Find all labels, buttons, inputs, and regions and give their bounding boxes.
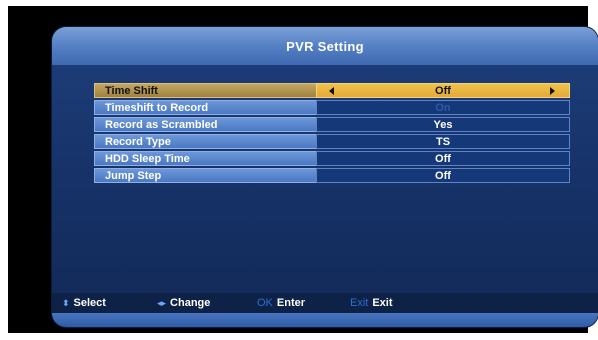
ok-key-icon: OK	[257, 297, 273, 309]
help-bar: ⬍ Select ◂▸ Change OK Enter Exit Exit	[52, 293, 598, 313]
exit-key-icon: Exit	[350, 297, 369, 309]
title-bar: PVR Setting	[52, 27, 598, 65]
help-change: ◂▸ Change	[157, 297, 210, 309]
settings-list: Time Shift Off Timeshift to Record On Re…	[94, 83, 570, 185]
setting-label: Jump Step	[94, 168, 316, 183]
setting-label: Time Shift	[94, 83, 316, 98]
setting-row-time-shift[interactable]: Time Shift Off	[94, 83, 570, 98]
setting-row-record-type[interactable]: Record Type TS	[94, 134, 570, 149]
help-exit-label: Exit	[372, 297, 393, 309]
setting-value: TS	[316, 134, 570, 149]
setting-row-timeshift-to-record[interactable]: Timeshift to Record On	[94, 100, 570, 115]
help-enter: OK Enter	[257, 297, 305, 309]
help-exit: Exit Exit	[350, 297, 393, 309]
setting-value: Off	[435, 85, 451, 97]
help-select: ⬍ Select	[62, 297, 106, 309]
setting-label: HDD Sleep Time	[94, 151, 316, 166]
arrow-left-icon[interactable]	[329, 87, 334, 95]
up-down-icon: ⬍	[62, 297, 70, 308]
setting-label: Record Type	[94, 134, 316, 149]
help-change-label: Change	[170, 297, 211, 309]
setting-value-selector[interactable]: Off	[316, 83, 570, 98]
setting-value: On	[316, 100, 570, 115]
setting-value: Off	[316, 151, 570, 166]
left-right-icon: ◂▸	[157, 297, 167, 308]
setting-row-hdd-sleep-time[interactable]: HDD Sleep Time Off	[94, 151, 570, 166]
help-enter-label: Enter	[276, 297, 306, 309]
setting-label: Timeshift to Record	[94, 100, 316, 115]
bottom-band	[52, 313, 598, 327]
page-title: PVR Setting	[286, 38, 364, 54]
arrow-right-icon[interactable]	[550, 87, 555, 95]
setting-row-record-as-scrambled[interactable]: Record as Scrambled Yes	[94, 117, 570, 132]
pvr-setting-window: PVR Setting Time Shift Off Timeshift to …	[52, 27, 598, 327]
help-select-label: Select	[73, 297, 106, 309]
tv-screen: PVR Setting Time Shift Off Timeshift to …	[8, 6, 598, 333]
setting-label: Record as Scrambled	[94, 117, 316, 132]
setting-value: Yes	[316, 117, 570, 132]
setting-value: Off	[316, 168, 570, 183]
setting-row-jump-step[interactable]: Jump Step Off	[94, 168, 570, 183]
